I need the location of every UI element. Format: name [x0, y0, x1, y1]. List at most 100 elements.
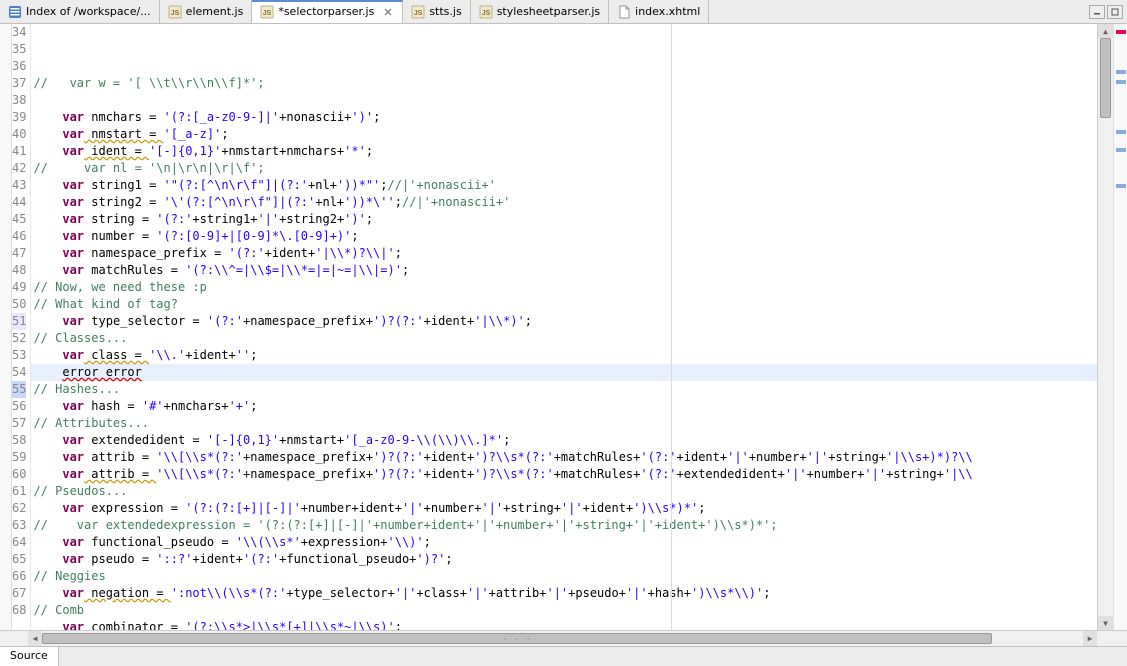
code-line[interactable]: // Neggies — [31, 568, 1097, 585]
line-number-gutter[interactable]: 3435363738394041424344454647484950515253… — [12, 24, 31, 630]
close-icon[interactable] — [382, 6, 394, 18]
file-icon — [617, 5, 631, 19]
line-number[interactable]: 56 — [12, 398, 26, 415]
code-line[interactable]: var extendedident = '[-]{0,1}'+nmstart+'… — [31, 432, 1097, 449]
line-number[interactable]: 51 — [12, 313, 26, 330]
code-line[interactable]: var combinator = '(?:\\s*>|\\s*[+]|\\s*~… — [31, 619, 1097, 630]
maximize-button[interactable] — [1107, 5, 1123, 19]
source-tab[interactable]: Source — [0, 647, 59, 666]
line-number[interactable]: 55 — [12, 381, 26, 398]
horizontal-scroll-thumb[interactable]: · · · — [42, 633, 992, 644]
line-number[interactable]: 40 — [12, 126, 26, 143]
code-line[interactable]: // var extendedexpression = '(?:(?:[+]|[… — [31, 517, 1097, 534]
line-number[interactable]: 37 — [12, 75, 26, 92]
tabbar-controls — [1089, 5, 1127, 19]
line-number[interactable]: 45 — [12, 211, 26, 228]
code-line[interactable]: // var nl = '\n|\r\n|\r|\f'; — [31, 160, 1097, 177]
line-number[interactable]: 61 — [12, 483, 26, 500]
code-line[interactable]: var expression = '(?:(?:[+]|[-]|'+number… — [31, 500, 1097, 517]
line-number[interactable]: 66 — [12, 568, 26, 585]
code-line[interactable]: var nmchars = '(?:[_a-z0-9-]|'+nonascii+… — [31, 109, 1097, 126]
code-line[interactable]: var attrib = '\\[\\s*(?:'+namespace_pref… — [31, 466, 1097, 483]
line-number[interactable]: 65 — [12, 551, 26, 568]
code-line[interactable]: // Attributes... — [31, 415, 1097, 432]
editor-tab[interactable]: JS*selectorparser.js — [252, 0, 403, 23]
line-number[interactable]: 60 — [12, 466, 26, 483]
line-number[interactable]: 54 — [12, 364, 26, 381]
line-number[interactable]: 36 — [12, 58, 26, 75]
editor-tab[interactable]: JSstts.js — [403, 0, 470, 23]
code-line[interactable]: // Hashes... — [31, 381, 1097, 398]
line-number[interactable]: 34 — [12, 24, 26, 41]
scroll-right-button[interactable]: ▶ — [1083, 631, 1097, 646]
line-number[interactable]: 43 — [12, 177, 26, 194]
js-file-icon: JS — [168, 5, 182, 19]
code-line[interactable]: var functional_pseudo = '\\(\\s*'+expres… — [31, 534, 1097, 551]
line-number[interactable]: 68 — [12, 602, 26, 619]
folding-ruler[interactable] — [0, 24, 12, 630]
scroll-down-button[interactable]: ▼ — [1098, 616, 1113, 630]
line-number[interactable]: 50 — [12, 296, 26, 313]
minimize-button[interactable] — [1089, 5, 1105, 19]
line-number[interactable]: 41 — [12, 143, 26, 160]
code-line[interactable]: // Comb — [31, 602, 1097, 619]
code-line[interactable]: var type_selector = '(?:'+namespace_pref… — [31, 313, 1097, 330]
code-line[interactable]: // Classes... — [31, 330, 1097, 347]
line-number[interactable]: 63 — [12, 517, 26, 534]
line-number[interactable]: 47 — [12, 245, 26, 262]
line-number[interactable]: 35 — [12, 41, 26, 58]
editor-tab[interactable]: JSstylesheetparser.js — [471, 0, 609, 23]
line-number[interactable]: 64 — [12, 534, 26, 551]
code-line[interactable]: var negation = ':not\\(\\s*(?:'+type_sel… — [31, 585, 1097, 602]
code-line[interactable]: // What kind of tag? — [31, 296, 1097, 313]
line-number[interactable]: 39 — [12, 109, 26, 126]
editor-tab[interactable]: Index of /workspace/... — [0, 0, 160, 23]
vertical-scrollbar[interactable]: ▲ ▼ — [1097, 24, 1113, 630]
code-line[interactable]: var number = '(?:[0-9]+|[0-9]*\.[0-9]+)'… — [31, 228, 1097, 245]
code-line[interactable]: error error — [31, 364, 1097, 381]
horizontal-scroll-track[interactable]: · · · — [42, 631, 1083, 646]
code-line[interactable] — [31, 92, 1097, 109]
editor-tab[interactable]: JSelement.js — [160, 0, 253, 23]
code-line[interactable]: var string = '(?:'+string1+'|'+string2+'… — [31, 211, 1097, 228]
editor-tab[interactable]: index.xhtml — [609, 0, 709, 23]
code-line[interactable]: var string2 = '\'(?:[^\n\r\f"]|(?:'+nl+'… — [31, 194, 1097, 211]
code-line[interactable]: // var w = '[ \\t\\r\\n\\f]*'; — [31, 75, 1097, 92]
code-line[interactable]: var ident = '[-]{0,1}'+nmstart+nmchars+'… — [31, 143, 1097, 160]
editor-tabbar: Index of /workspace/...JSelement.jsJS*se… — [0, 0, 1127, 24]
code-line[interactable]: var hash = '#'+nmchars+'+'; — [31, 398, 1097, 415]
line-number[interactable]: 44 — [12, 194, 26, 211]
vertical-scroll-thumb[interactable] — [1100, 38, 1111, 118]
web-icon — [8, 5, 22, 19]
overview-ruler[interactable] — [1113, 24, 1127, 630]
line-number[interactable]: 52 — [12, 330, 26, 347]
line-number[interactable]: 58 — [12, 432, 26, 449]
code-line[interactable]: var class = '\\.'+ident+''; — [31, 347, 1097, 364]
code-content[interactable]: // var w = '[ \\t\\r\\n\\f]*'; var nmcha… — [31, 24, 1097, 630]
code-line[interactable]: var namespace_prefix = '(?:'+ident+'|\\*… — [31, 245, 1097, 262]
code-line[interactable]: var string1 = '"(?:[^\n\r\f"]|(?:'+nl+')… — [31, 177, 1097, 194]
line-number[interactable]: 46 — [12, 228, 26, 245]
line-number[interactable]: 53 — [12, 347, 26, 364]
scroll-up-button[interactable]: ▲ — [1098, 24, 1113, 38]
line-number[interactable]: 59 — [12, 449, 26, 466]
overview-marker — [1116, 148, 1126, 152]
code-line[interactable]: var nmstart = '[_a-z]'; — [31, 126, 1097, 143]
overview-marker — [1116, 80, 1126, 84]
code-line[interactable]: // Pseudos... — [31, 483, 1097, 500]
svg-text:JS: JS — [170, 10, 179, 17]
line-number[interactable]: 62 — [12, 500, 26, 517]
line-number[interactable]: 67 — [12, 585, 26, 602]
line-number[interactable]: 57 — [12, 415, 26, 432]
line-number[interactable]: 38 — [12, 92, 26, 109]
code-line[interactable]: // Now, we need these :p — [31, 279, 1097, 296]
svg-text:JS: JS — [414, 10, 423, 17]
code-line[interactable]: var matchRules = '(?:\\^=|\\$=|\\*=|=|~=… — [31, 262, 1097, 279]
line-number[interactable]: 48 — [12, 262, 26, 279]
code-line[interactable]: var pseudo = '::?'+ident+'(?:'+functiona… — [31, 551, 1097, 568]
code-line[interactable]: var attrib = '\\[\\s*(?:'+namespace_pref… — [31, 449, 1097, 466]
line-number[interactable]: 49 — [12, 279, 26, 296]
line-number[interactable]: 42 — [12, 160, 26, 177]
horizontal-scrollbar[interactable]: ◀ · · · ▶ — [0, 630, 1127, 646]
scroll-left-button[interactable]: ◀ — [28, 631, 42, 646]
